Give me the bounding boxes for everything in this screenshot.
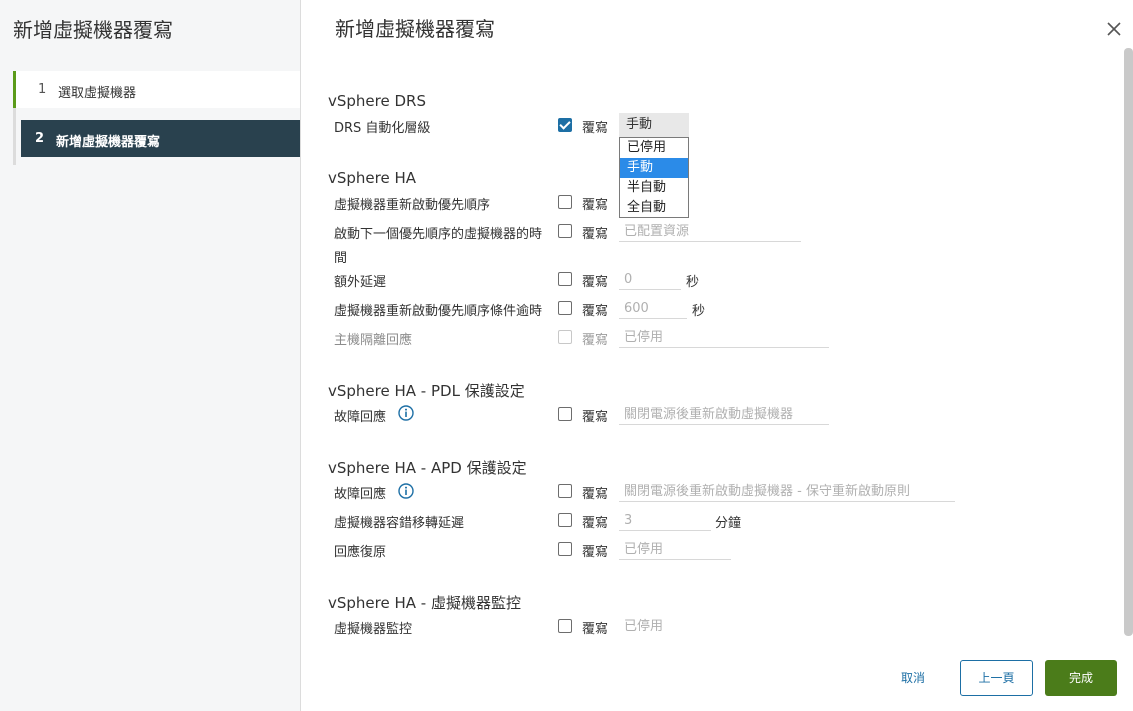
priority-timeout-override-checkbox[interactable]	[558, 301, 572, 315]
override-label: 覆寫	[582, 121, 609, 136]
step-rail	[13, 108, 16, 165]
apd-failover-delay-unit: 分鐘	[715, 516, 742, 531]
step-label: 新增虛擬機器覆寫	[56, 135, 161, 150]
wizard-title: 新增虛擬機器覆寫	[13, 18, 173, 42]
override-label: 覆寫	[582, 410, 609, 425]
pdl-failure-label: 故障回應	[334, 410, 387, 425]
restart-priority-label: 虛擬機器重新啟動優先順序	[334, 198, 491, 213]
drs-automation-select[interactable]: 手動	[619, 113, 689, 137]
override-label: 覆寫	[582, 487, 609, 502]
vm-monitoring-label: 虛擬機器監控	[334, 622, 413, 637]
dropdown-option-selected[interactable]: 手動	[620, 158, 688, 178]
dropdown-option[interactable]: 已停用	[620, 138, 688, 158]
drs-override-checkbox[interactable]	[558, 118, 572, 132]
override-label: 覆寫	[582, 545, 609, 560]
restart-priority-override-checkbox[interactable]	[558, 195, 572, 209]
step-label: 選取虛擬機器	[58, 86, 137, 101]
info-icon[interactable]	[398, 483, 414, 499]
priority-timeout-unit: 秒	[692, 304, 706, 319]
vertical-scrollbar[interactable]	[1124, 48, 1133, 636]
isolation-response-label: 主機隔離回應	[334, 333, 413, 348]
apd-failure-select[interactable]: 關閉電源後重新啟動虛擬機器 - 保守重新啟動原則	[619, 482, 955, 502]
step-number: 2	[35, 131, 45, 146]
page-title: 新增虛擬機器覆寫	[335, 17, 495, 41]
isolation-override-checkbox[interactable]	[558, 330, 572, 344]
extra-delay-unit: 秒	[686, 275, 700, 290]
override-label: 覆寫	[582, 227, 609, 242]
step-number: 1	[38, 82, 47, 97]
override-label: 覆寫	[582, 304, 609, 319]
section-title-apd: vSphere HA - APD 保護設定	[328, 459, 527, 477]
pdl-override-checkbox[interactable]	[558, 407, 572, 421]
section-title-ha: vSphere HA	[328, 169, 417, 187]
priority-timeout-label: 虛擬機器重新啟動優先順序條件逾時	[334, 304, 543, 319]
wizard-sidebar: 新增虛擬機器覆寫 1 選取虛擬機器 2 新增虛擬機器覆寫	[0, 0, 301, 711]
next-priority-label: 啟動下一個優先順序的虛擬機器的時	[334, 227, 543, 242]
back-button[interactable]: 上一頁	[960, 660, 1033, 696]
next-priority-label-wrap: 間	[334, 251, 348, 266]
dropdown-option[interactable]: 全自動	[620, 198, 688, 218]
extra-delay-input[interactable]: 0	[619, 270, 681, 290]
override-label: 覆寫	[582, 275, 609, 290]
drs-automation-label: DRS 自動化層級	[334, 121, 431, 136]
apd-failover-delay-input[interactable]: 3	[619, 511, 711, 531]
pdl-failure-select[interactable]: 關閉電源後重新啟動虛擬機器	[619, 405, 829, 425]
extra-delay-override-checkbox[interactable]	[558, 272, 572, 286]
apd-recovery-override-checkbox[interactable]	[558, 542, 572, 556]
vm-monitoring-override-checkbox[interactable]	[558, 619, 572, 633]
override-label: 覆寫	[582, 516, 609, 531]
section-title-monitoring: vSphere HA - 虛擬機器監控	[328, 594, 521, 612]
override-label: 覆寫	[582, 198, 609, 213]
isolation-response-select[interactable]: 已停用	[619, 328, 829, 348]
section-title-pdl: vSphere HA - PDL 保護設定	[328, 382, 525, 400]
finish-button[interactable]: 完成	[1045, 660, 1117, 696]
apd-recovery-label: 回應復原	[334, 545, 387, 560]
next-priority-override-checkbox[interactable]	[558, 224, 572, 238]
priority-timeout-input[interactable]: 600	[619, 299, 687, 319]
vm-monitoring-select[interactable]: 已停用	[619, 617, 731, 637]
info-icon[interactable]	[398, 405, 414, 421]
cancel-button[interactable]: 取消	[888, 660, 938, 696]
apd-failover-delay-override-checkbox[interactable]	[558, 513, 572, 527]
extra-delay-label: 額外延遲	[334, 275, 387, 290]
drs-automation-dropdown: 已停用 手動 半自動 全自動	[619, 137, 689, 218]
apd-failure-override-checkbox[interactable]	[558, 484, 572, 498]
close-icon[interactable]	[1104, 19, 1124, 39]
dropdown-option[interactable]: 半自動	[620, 178, 688, 198]
override-label: 覆寫	[582, 333, 609, 348]
section-title-drs: vSphere DRS	[328, 92, 426, 110]
step-add-override[interactable]: 2 新增虛擬機器覆寫	[21, 120, 300, 157]
apd-failover-delay-label: 虛擬機器容錯移轉延遲	[334, 516, 465, 531]
next-priority-select[interactable]: 已配置資源	[619, 222, 801, 242]
step-select-vm[interactable]: 1 選取虛擬機器	[13, 71, 300, 108]
override-label: 覆寫	[582, 622, 609, 637]
apd-failure-label: 故障回應	[334, 487, 387, 502]
apd-recovery-select[interactable]: 已停用	[619, 540, 731, 560]
